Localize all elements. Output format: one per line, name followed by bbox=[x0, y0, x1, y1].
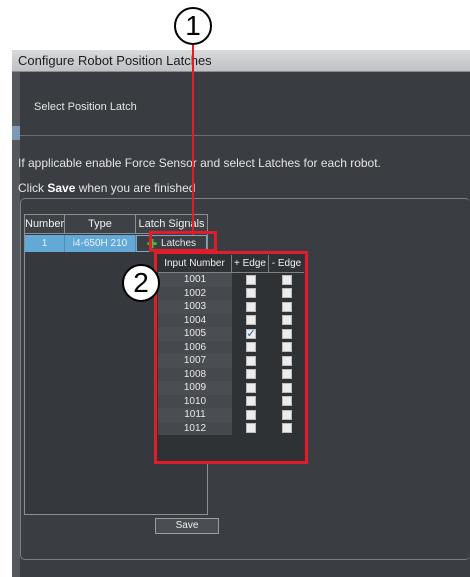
plus-edge-checkbox[interactable] bbox=[245, 423, 256, 434]
minus-edge-checkbox[interactable] bbox=[281, 342, 292, 353]
column-header-type: Type bbox=[65, 215, 136, 234]
input-number: 1011 bbox=[158, 408, 232, 422]
latch-signals-grid: Input Number + Edge - Edge 1001 1002 1003 1… bbox=[158, 255, 304, 435]
instruction-line-1: If applicable enable Force Sensor and se… bbox=[18, 156, 381, 170]
input-number: 1004 bbox=[158, 313, 232, 327]
minus-edge-checkbox[interactable] bbox=[281, 409, 292, 420]
input-number: 1009 bbox=[158, 381, 232, 395]
input-number: 1008 bbox=[158, 367, 232, 381]
plus-edge-checkbox[interactable] bbox=[245, 409, 256, 420]
latch-row: 1007 bbox=[158, 354, 304, 368]
minus-edge-checkbox[interactable] bbox=[281, 382, 292, 393]
robot-type: i4-650H 210 bbox=[65, 235, 136, 252]
latch-row: 1010 bbox=[158, 394, 304, 408]
save-button[interactable]: Save bbox=[155, 518, 219, 534]
plus-edge-checkbox[interactable] bbox=[245, 355, 256, 366]
input-number: 1002 bbox=[158, 286, 232, 300]
column-header-minus-edge: - Edge bbox=[271, 258, 302, 269]
latch-row: 1009 bbox=[158, 381, 304, 395]
latch-row: 1001 bbox=[158, 273, 304, 287]
latch-row: 1002 bbox=[158, 286, 304, 300]
input-number: 1003 bbox=[158, 300, 232, 314]
robot-number: 1 bbox=[25, 235, 65, 252]
column-header-plus-edge: + Edge bbox=[232, 255, 269, 272]
plus-edge-checkbox[interactable] bbox=[245, 315, 256, 326]
plus-edge-checkbox[interactable] bbox=[245, 382, 256, 393]
table-row[interactable]: 1 i4-650H 210 ✚ Latches bbox=[25, 235, 207, 252]
input-number: 1012 bbox=[158, 421, 232, 435]
callout-1: 1 bbox=[174, 7, 212, 45]
input-number: 1006 bbox=[158, 340, 232, 354]
instruction-line-2: Click Save when you are finished bbox=[18, 181, 196, 195]
minus-edge-checkbox[interactable] bbox=[281, 369, 292, 380]
latch-row: 1005 bbox=[158, 327, 304, 341]
latch-row: 1003 bbox=[158, 300, 304, 314]
latch-grid-header: Input Number + Edge - Edge bbox=[158, 255, 304, 273]
latch-row: 1006 bbox=[158, 340, 304, 354]
latch-row: 1012 bbox=[158, 421, 304, 435]
plus-edge-checkbox[interactable] bbox=[245, 274, 256, 285]
minus-edge-checkbox[interactable] bbox=[281, 328, 292, 339]
latch-row: 1004 bbox=[158, 313, 304, 327]
left-edge-strip bbox=[12, 72, 20, 577]
section-header: Select Position Latch bbox=[20, 72, 470, 136]
minus-edge-checkbox[interactable] bbox=[281, 396, 292, 407]
input-number: 1007 bbox=[158, 354, 232, 368]
latches-button[interactable]: ✚ Latches bbox=[136, 235, 207, 252]
robot-table-header: Number Type Latch Signals bbox=[25, 215, 207, 234]
section-title: Select Position Latch bbox=[34, 101, 137, 113]
plus-edge-checkbox[interactable] bbox=[245, 327, 256, 340]
column-header-input-number: Input Number bbox=[158, 255, 232, 272]
minus-edge-checkbox[interactable] bbox=[281, 301, 292, 312]
minus-edge-checkbox[interactable] bbox=[281, 288, 292, 299]
latches-label: Latches bbox=[161, 238, 197, 249]
latch-row: 1008 bbox=[158, 367, 304, 381]
plus-edge-checkbox[interactable] bbox=[245, 288, 256, 299]
save-emphasis: Save bbox=[47, 181, 76, 195]
minus-edge-checkbox[interactable] bbox=[281, 315, 292, 326]
latch-row: 1011 bbox=[158, 408, 304, 422]
plus-edge-checkbox[interactable] bbox=[245, 369, 256, 380]
input-number: 1001 bbox=[158, 273, 232, 287]
callout-leader-line bbox=[192, 45, 194, 235]
input-number: 1005 bbox=[158, 327, 232, 341]
plus-icon: ✚ bbox=[146, 236, 158, 251]
minus-edge-checkbox[interactable] bbox=[281, 274, 292, 285]
column-header-latch-signals: Latch Signals bbox=[136, 215, 207, 234]
plus-edge-checkbox[interactable] bbox=[245, 301, 256, 312]
plus-edge-checkbox[interactable] bbox=[245, 396, 256, 407]
plus-edge-checkbox[interactable] bbox=[245, 342, 256, 353]
minus-edge-checkbox[interactable] bbox=[281, 423, 292, 434]
latch-signals-popup: Input Number + Edge - Edge 1001 1002 1003 1… bbox=[154, 251, 308, 464]
column-header-number: Number bbox=[25, 215, 65, 234]
input-number: 1010 bbox=[158, 394, 232, 408]
window-title: Configure Robot Position Latches bbox=[12, 50, 470, 72]
minus-edge-checkbox[interactable] bbox=[281, 355, 292, 366]
callout-2: 2 bbox=[122, 264, 160, 302]
